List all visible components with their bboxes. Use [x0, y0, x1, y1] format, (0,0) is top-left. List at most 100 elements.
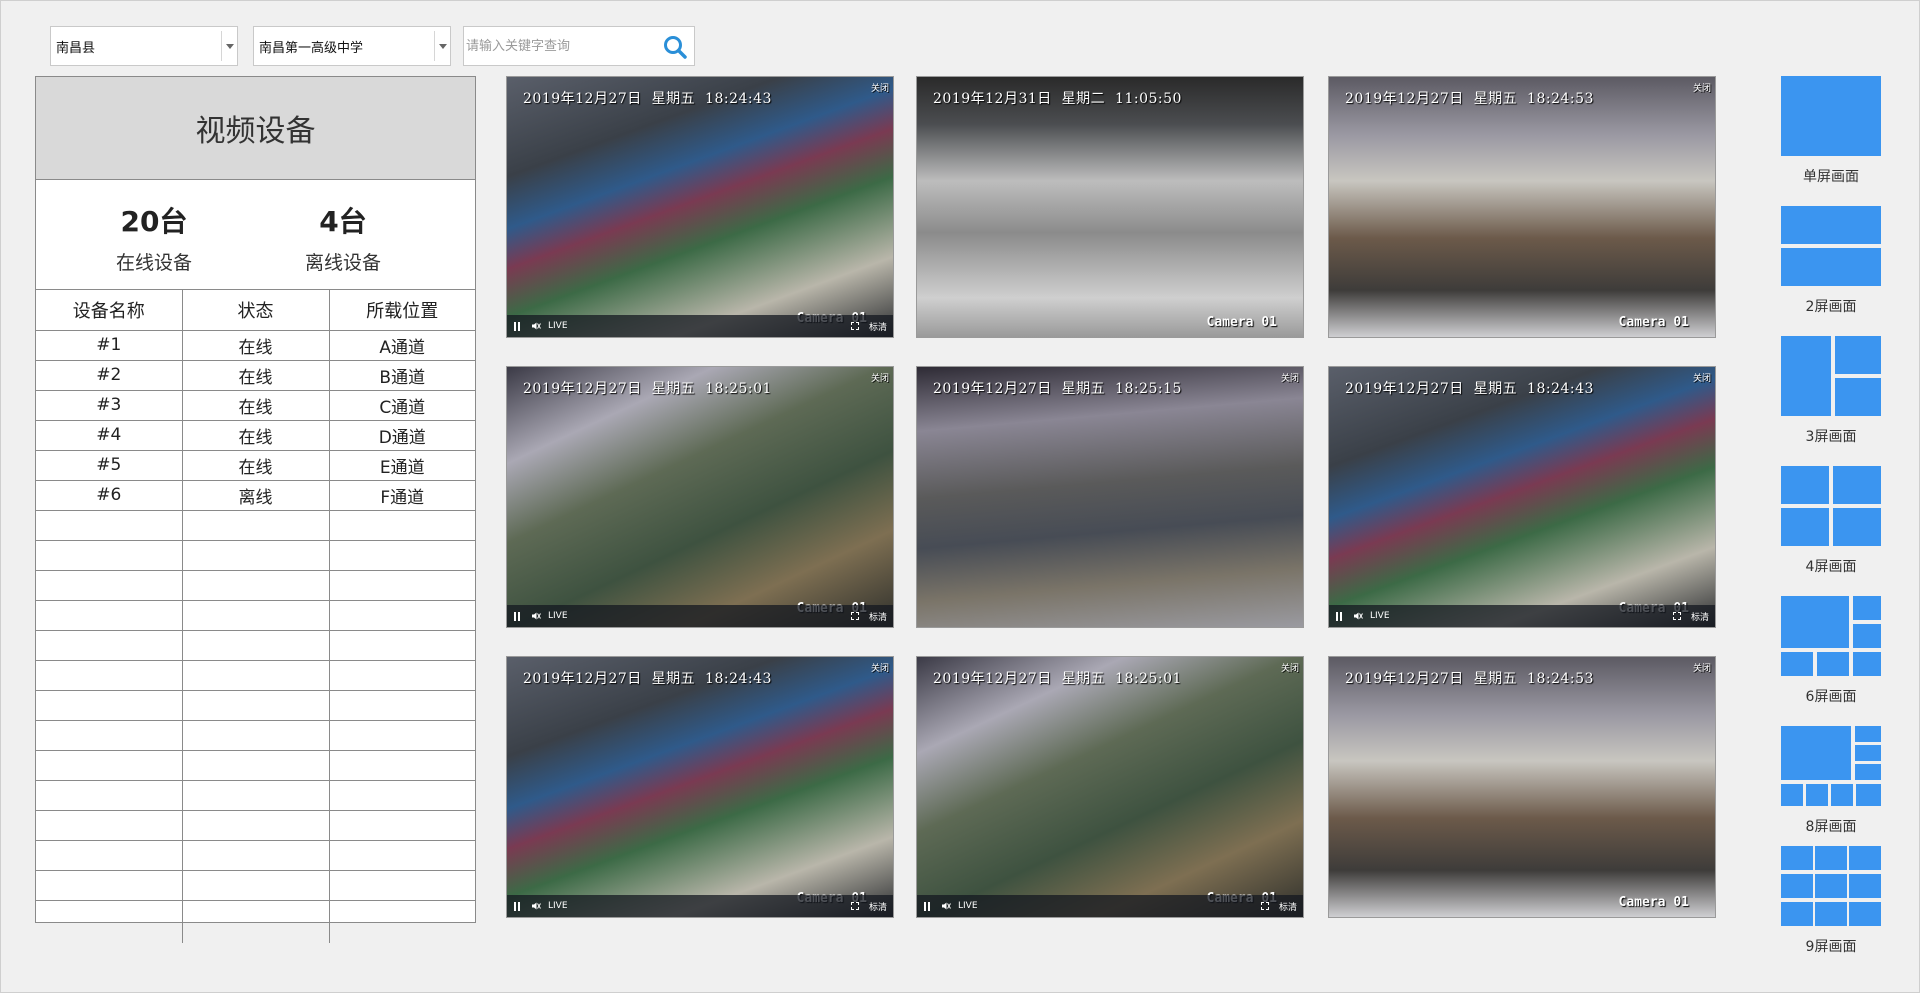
six-screen-icon[interactable] [1781, 596, 1881, 676]
four-screen-icon[interactable] [1781, 466, 1881, 546]
layout-tile [1849, 874, 1881, 898]
mute-icon[interactable] [531, 901, 541, 911]
close-button[interactable]: 关闭 [1281, 661, 1299, 674]
close-button[interactable]: 关闭 [1693, 81, 1711, 94]
layout-tile [1855, 764, 1881, 780]
pause-icon[interactable] [513, 321, 521, 331]
camera-feed[interactable]: 2019年12月27日 星期五 18:24:43关闭Camera 01LIVE标… [1328, 366, 1716, 628]
empty-row [36, 839, 475, 871]
table-row[interactable]: #6 离线 F通道 [36, 479, 475, 511]
chevron-down-icon[interactable] [221, 31, 237, 61]
camera-feed[interactable]: 2019年12月27日 星期五 18:25:01关闭Camera 01LIVE标… [916, 656, 1304, 918]
layout-tile [1806, 784, 1828, 806]
empty-row [36, 509, 475, 541]
camera-feed[interactable]: 2019年12月27日 星期五 18:24:43关闭Camera 01LIVE标… [506, 656, 894, 918]
pause-icon[interactable] [1335, 611, 1343, 621]
empty-row [36, 629, 475, 661]
layout-option[interactable]: 3屏画面 [1781, 336, 1881, 446]
close-button[interactable]: 关闭 [1693, 371, 1711, 384]
layout-tile [1781, 784, 1803, 806]
close-button[interactable]: 关闭 [871, 371, 889, 384]
device-location: B通道 [328, 359, 475, 391]
layout-tile [1853, 624, 1881, 648]
search-input[interactable] [466, 29, 656, 63]
close-button[interactable]: 关闭 [1281, 371, 1299, 384]
camera-feed[interactable]: 2019年12月27日 星期五 18:25:01关闭Camera 01LIVE标… [506, 366, 894, 628]
mute-icon[interactable] [941, 901, 951, 911]
chevron-down-icon[interactable] [434, 31, 450, 61]
camera-video [507, 77, 893, 337]
search-icon[interactable] [662, 34, 688, 60]
layout-option[interactable]: 9屏画面 [1781, 846, 1881, 956]
column-header-name: 设备名称 [36, 290, 183, 331]
layout-label: 单屏画面 [1803, 169, 1859, 185]
device-location: D通道 [328, 419, 475, 451]
camera-timestamp: 2019年12月27日 星期五 18:24:43 [1345, 381, 1594, 397]
layout-tile [1831, 784, 1853, 806]
camera-label: Camera 01 [1206, 315, 1277, 330]
empty-row [36, 599, 475, 631]
live-badge: LIVE [958, 901, 978, 911]
empty-row [36, 719, 475, 751]
layout-option[interactable]: 8屏画面 [1781, 726, 1881, 836]
camera-video [1329, 77, 1715, 337]
close-button[interactable]: 关闭 [871, 661, 889, 674]
layout-tile [1781, 726, 1851, 780]
device-stats: 20台 在线设备 4台 离线设备 [36, 180, 475, 290]
county-select-value: 南昌县 [56, 40, 96, 56]
county-select[interactable]: 南昌县 [50, 26, 238, 66]
pause-icon[interactable] [923, 901, 931, 911]
camera-video [917, 367, 1303, 627]
layout-tile [1815, 874, 1847, 898]
camera-timestamp: 2019年12月31日 星期二 11:05:50 [933, 91, 1182, 107]
offline-count: 4台 [319, 205, 367, 238]
table-row[interactable]: #1 在线 A通道 [36, 329, 475, 361]
quality-button[interactable]: 标清 [1691, 610, 1709, 623]
close-button[interactable]: 关闭 [871, 81, 889, 94]
camera-feed[interactable]: 2019年12月27日 星期五 18:24:43关闭Camera 01LIVE标… [506, 76, 894, 338]
eight-screen-icon[interactable] [1781, 726, 1881, 806]
layout-option[interactable]: 单屏画面 [1781, 76, 1881, 186]
table-row[interactable]: #5 在线 E通道 [36, 449, 475, 481]
school-select[interactable]: 南昌第一高级中学 [253, 26, 451, 66]
layout-tile [1781, 76, 1881, 156]
two-screen-icon[interactable] [1781, 206, 1881, 286]
mute-icon[interactable] [531, 611, 541, 621]
camera-feed[interactable]: 2019年12月31日 星期二 11:05:50 Camera 01 [916, 76, 1304, 338]
quality-button[interactable]: 标清 [869, 320, 887, 333]
camera-feed[interactable]: 2019年12月27日 星期五 18:24:53 关闭 Camera 01 [1328, 76, 1716, 338]
layout-option[interactable]: 2屏画面 [1781, 206, 1881, 316]
device-name: #5 [36, 449, 183, 481]
mute-icon[interactable] [531, 321, 541, 331]
layout-option[interactable]: 6屏画面 [1781, 596, 1881, 706]
table-header-row: 设备名称 状态 所载位置 [36, 290, 475, 331]
table-row[interactable]: #4 在线 D通道 [36, 419, 475, 451]
three-screen-icon[interactable] [1781, 336, 1881, 416]
empty-row [36, 689, 475, 721]
school-select-value: 南昌第一高级中学 [259, 40, 364, 56]
empty-row [36, 779, 475, 811]
single-screen-icon[interactable] [1781, 76, 1881, 156]
mute-icon[interactable] [1353, 611, 1363, 621]
pause-icon[interactable] [513, 611, 521, 621]
nine-screen-icon[interactable] [1781, 846, 1881, 926]
table-row[interactable]: #3 在线 C通道 [36, 389, 475, 421]
quality-button[interactable]: 标清 [869, 900, 887, 913]
layout-option[interactable]: 4屏画面 [1781, 466, 1881, 576]
quality-button[interactable]: 标清 [869, 610, 887, 623]
layout-label: 2屏画面 [1805, 299, 1857, 315]
layout-label: 3屏画面 [1805, 429, 1857, 445]
layout-tile [1781, 248, 1881, 286]
pause-icon[interactable] [513, 901, 521, 911]
fullscreen-icon[interactable] [850, 322, 859, 330]
quality-button[interactable]: 标清 [1279, 900, 1297, 913]
fullscreen-icon[interactable] [1672, 612, 1681, 620]
table-row[interactable]: #2 在线 B通道 [36, 359, 475, 391]
fullscreen-icon[interactable] [850, 902, 859, 910]
fullscreen-icon[interactable] [850, 612, 859, 620]
online-label: 在线设备 [115, 252, 192, 274]
fullscreen-icon[interactable] [1260, 902, 1269, 910]
camera-feed[interactable]: 2019年12月27日 星期五 18:24:53 关闭 Camera 01 [1328, 656, 1716, 918]
camera-feed[interactable]: 2019年12月27日 星期五 18:25:15 关闭 [916, 366, 1304, 628]
close-button[interactable]: 关闭 [1693, 661, 1711, 674]
